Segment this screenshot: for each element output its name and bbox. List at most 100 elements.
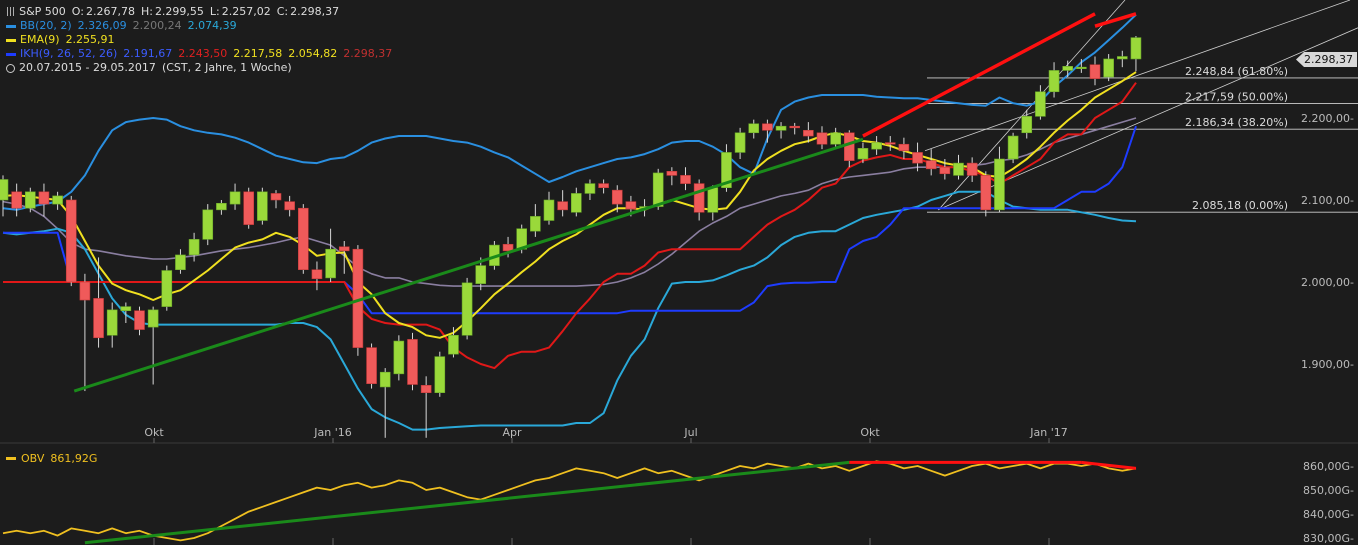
candle-body [939,166,951,175]
candle-body [270,193,282,201]
y-tick-label: 2.100,00- [1301,194,1354,207]
obv-line [2,460,1137,542]
candle-body [912,152,923,164]
candle-body [789,125,801,129]
candle-body [147,309,159,328]
candle-body [448,334,459,355]
candle-body [707,187,719,213]
candle-body [857,148,869,160]
bb-value-1: 2.326,09 [77,19,127,32]
candle-body [584,183,596,194]
candle-body [925,160,937,170]
candle-body [502,243,514,252]
obv-tick-label: 860,00G- [1303,460,1354,473]
candle-body [625,201,637,210]
x-tick-label: Jul [683,426,697,439]
candle-body [106,309,118,336]
price-chart: Okt Jan '16 Apr Jul Okt Jan '17 2.200,00- 2.100… [0,0,1358,545]
open-label: O: [71,5,84,18]
ikh-legend-row[interactable]: IKH(9, 26, 52, 26) 2.191,67 2.243,50 2.2… [6,47,392,61]
chart-legend: ||| S&P 500 O: 2.267,78 H: 2.299,55 L: 2.25… [6,5,392,75]
candle-body [175,254,186,271]
candle-body [1021,116,1033,134]
ikh-kijun-line [3,125,1137,315]
candle-body [980,175,992,211]
candle-body [994,158,1005,211]
x-tick-label: Jan '17 [1029,426,1067,439]
instrument-name: S&P 500 [19,5,66,18]
candle-body [216,202,227,211]
fib-level-label: 2.248,84 (61.80%) [1185,65,1288,78]
candle-body [338,246,350,252]
ema-line [2,71,1137,339]
bb-swatch [6,24,16,28]
bb-legend-row[interactable]: BB(20, 2) 2.326,09 2.200,24 2.074,39 [6,19,392,33]
fib-level-label: 2.186,34 (38.20%) [1185,116,1288,129]
bb-value-2: 2.200,24 [132,19,182,32]
instrument-row: ||| S&P 500 O: 2.267,78 H: 2.299,55 L: 2.25… [6,5,392,19]
candle-body [570,193,582,213]
candle-body [325,248,336,279]
y-tick-label: 2.200,00- [1301,112,1354,125]
candle-body [748,123,760,134]
candle-body [38,191,50,205]
candle-body [93,298,104,339]
clock-icon [6,63,15,73]
bb-value-3: 2.074,39 [187,19,237,32]
candle-body [393,340,405,375]
candle-body [1035,91,1046,117]
candle-body [1089,64,1101,79]
candle-body [843,132,855,161]
candle-body [379,371,391,388]
candle-body [1076,66,1087,69]
candle-body [762,123,773,131]
candle-body [652,172,664,207]
candle-body [1130,37,1142,60]
open-value: 2.267,78 [85,5,135,18]
candle-body [666,171,678,176]
ikh-swatch [6,52,16,56]
ema-swatch [6,38,16,42]
candle-body [1007,135,1019,160]
obv-label: OBV [21,452,45,465]
obv-legend[interactable]: OBV 861,92G [6,452,97,465]
candle-body [188,239,200,256]
candle-body [1048,70,1060,93]
candle-body [11,191,22,209]
candle-body [775,125,787,131]
x-tick-label: Apr [502,426,522,439]
obv-tick-label: 850,00G- [1303,484,1354,497]
candle-body [79,281,91,301]
candle-body [530,216,541,232]
candle-body [461,282,473,336]
y-tick-label: 2.000,00- [1301,276,1354,289]
high-value: 2.299,55 [154,5,204,18]
ikh-value-3: 2.217,58 [233,47,283,60]
candle-body [434,356,446,393]
red-trendline [862,12,1096,138]
candle-body [297,207,309,270]
ema-label: EMA(9) [20,33,60,46]
ikh-span-line [2,117,1137,287]
ikh-value-2: 2.243,50 [178,47,228,60]
candle-body [1103,58,1114,78]
candle-body [52,195,63,205]
candle-body [120,306,132,312]
candle-body [243,191,254,225]
candle-body [598,183,609,189]
candle-body [680,175,691,184]
obv-value: 861,92G [50,452,98,465]
candle-body [257,191,268,221]
ema-legend-row[interactable]: EMA(9) 2.255,91 [6,33,392,47]
high-label: H: [140,5,153,18]
fib-level-label: 2.085,18 (0.00%) [1192,199,1288,212]
x-tick-label: Okt [860,426,880,439]
candle-body [734,132,746,153]
x-tick-label: Jan '16 [313,426,351,439]
obv-tick-label: 840,00G- [1303,508,1354,521]
y-tick-label: 1.900,00- [1301,358,1354,371]
candle-body [134,310,145,330]
candle-body [202,209,214,240]
candle-body [803,130,814,137]
ikh-label: IKH(9, 26, 52, 26) [20,47,118,60]
